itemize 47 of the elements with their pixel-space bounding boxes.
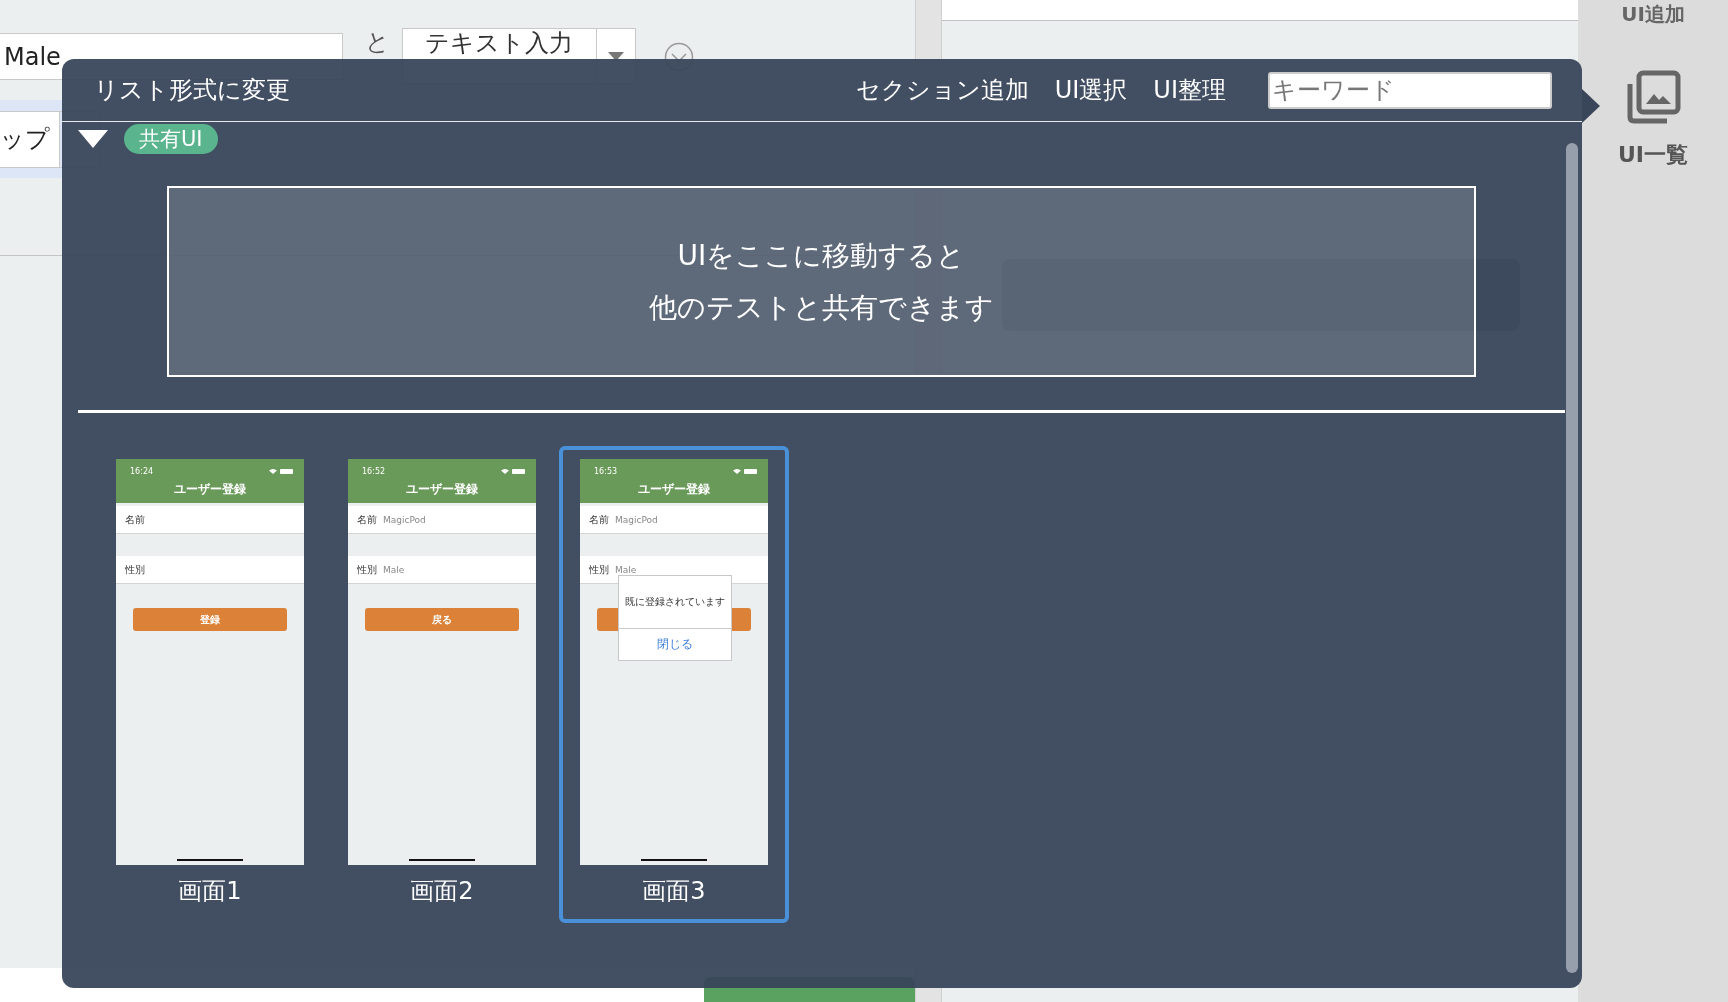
- drop-hint: 他のテストと共有できます: [649, 289, 994, 326]
- scrollbar[interactable]: [1566, 143, 1578, 973]
- screen-card[interactable]: 16:53 ユーザー登録 名前 MagicPod 性別 Male 既に登録されています 閉じる 画面3: [559, 446, 789, 923]
- toolbar-action[interactable]: UI選択: [1054, 74, 1128, 106]
- field-label: 性別: [589, 562, 609, 577]
- status-icons: [732, 467, 758, 475]
- status-icons: [268, 467, 294, 475]
- caret-icon: [608, 51, 624, 61]
- status-time: 16:53: [594, 466, 619, 476]
- ui-list-button[interactable]: UI一覧: [1617, 140, 1689, 170]
- field-label: 性別: [125, 562, 145, 577]
- screen-title: ユーザー登録: [637, 481, 711, 498]
- toolbar-action[interactable]: セクション追加: [855, 74, 1029, 106]
- collapse-triangle-icon[interactable]: [78, 130, 108, 148]
- field-label: 名前: [357, 512, 377, 527]
- field-value: MagicPod: [615, 514, 658, 525]
- status-icons: [500, 467, 526, 475]
- submit-button: 登録: [133, 608, 287, 631]
- screen-label: 画面2: [410, 876, 474, 907]
- status-time: 16:24: [130, 466, 155, 476]
- dialog-message: 既に登録されています: [619, 576, 731, 629]
- field-label: 名前: [589, 512, 609, 527]
- screen-title: ユーザー登録: [173, 481, 247, 498]
- toolbar-action[interactable]: UI整理: [1153, 74, 1226, 106]
- home-indicator: [177, 859, 243, 861]
- submit-button: 戻る: [365, 608, 519, 631]
- home-indicator: [409, 859, 475, 861]
- drop-hint: UIをここに移動すると: [677, 237, 966, 274]
- field-value: MagicPod: [383, 514, 426, 525]
- dialog-action: 閉じる: [656, 636, 694, 653]
- field-label: 名前: [125, 512, 145, 527]
- add-ui-button[interactable]: UI追加: [1621, 1, 1685, 28]
- field-label: 性別: [357, 562, 377, 577]
- image-gallery-icon[interactable]: [1625, 70, 1681, 126]
- status-time: 16:52: [362, 466, 387, 476]
- action-field[interactable]: ップ: [0, 110, 60, 168]
- field-value: Male: [383, 564, 405, 575]
- home-indicator: [641, 859, 707, 861]
- screen-label: 画面1: [178, 876, 242, 907]
- screen-card[interactable]: 16:24 ユーザー登録 名前 性別 登録 画面1: [95, 446, 325, 923]
- shared-ui-tag: 共有UI: [124, 124, 218, 154]
- field-value: Male: [615, 564, 637, 575]
- connector-text: と: [365, 27, 390, 58]
- screen-title: ユーザー登録: [405, 481, 479, 498]
- screen-label: 画面3: [642, 876, 706, 907]
- keyword-field[interactable]: キーワード: [1268, 71, 1552, 109]
- screen-card[interactable]: 16:52 ユーザー登録 名前 MagicPod 性別 Male 戻る 画面2: [327, 446, 557, 923]
